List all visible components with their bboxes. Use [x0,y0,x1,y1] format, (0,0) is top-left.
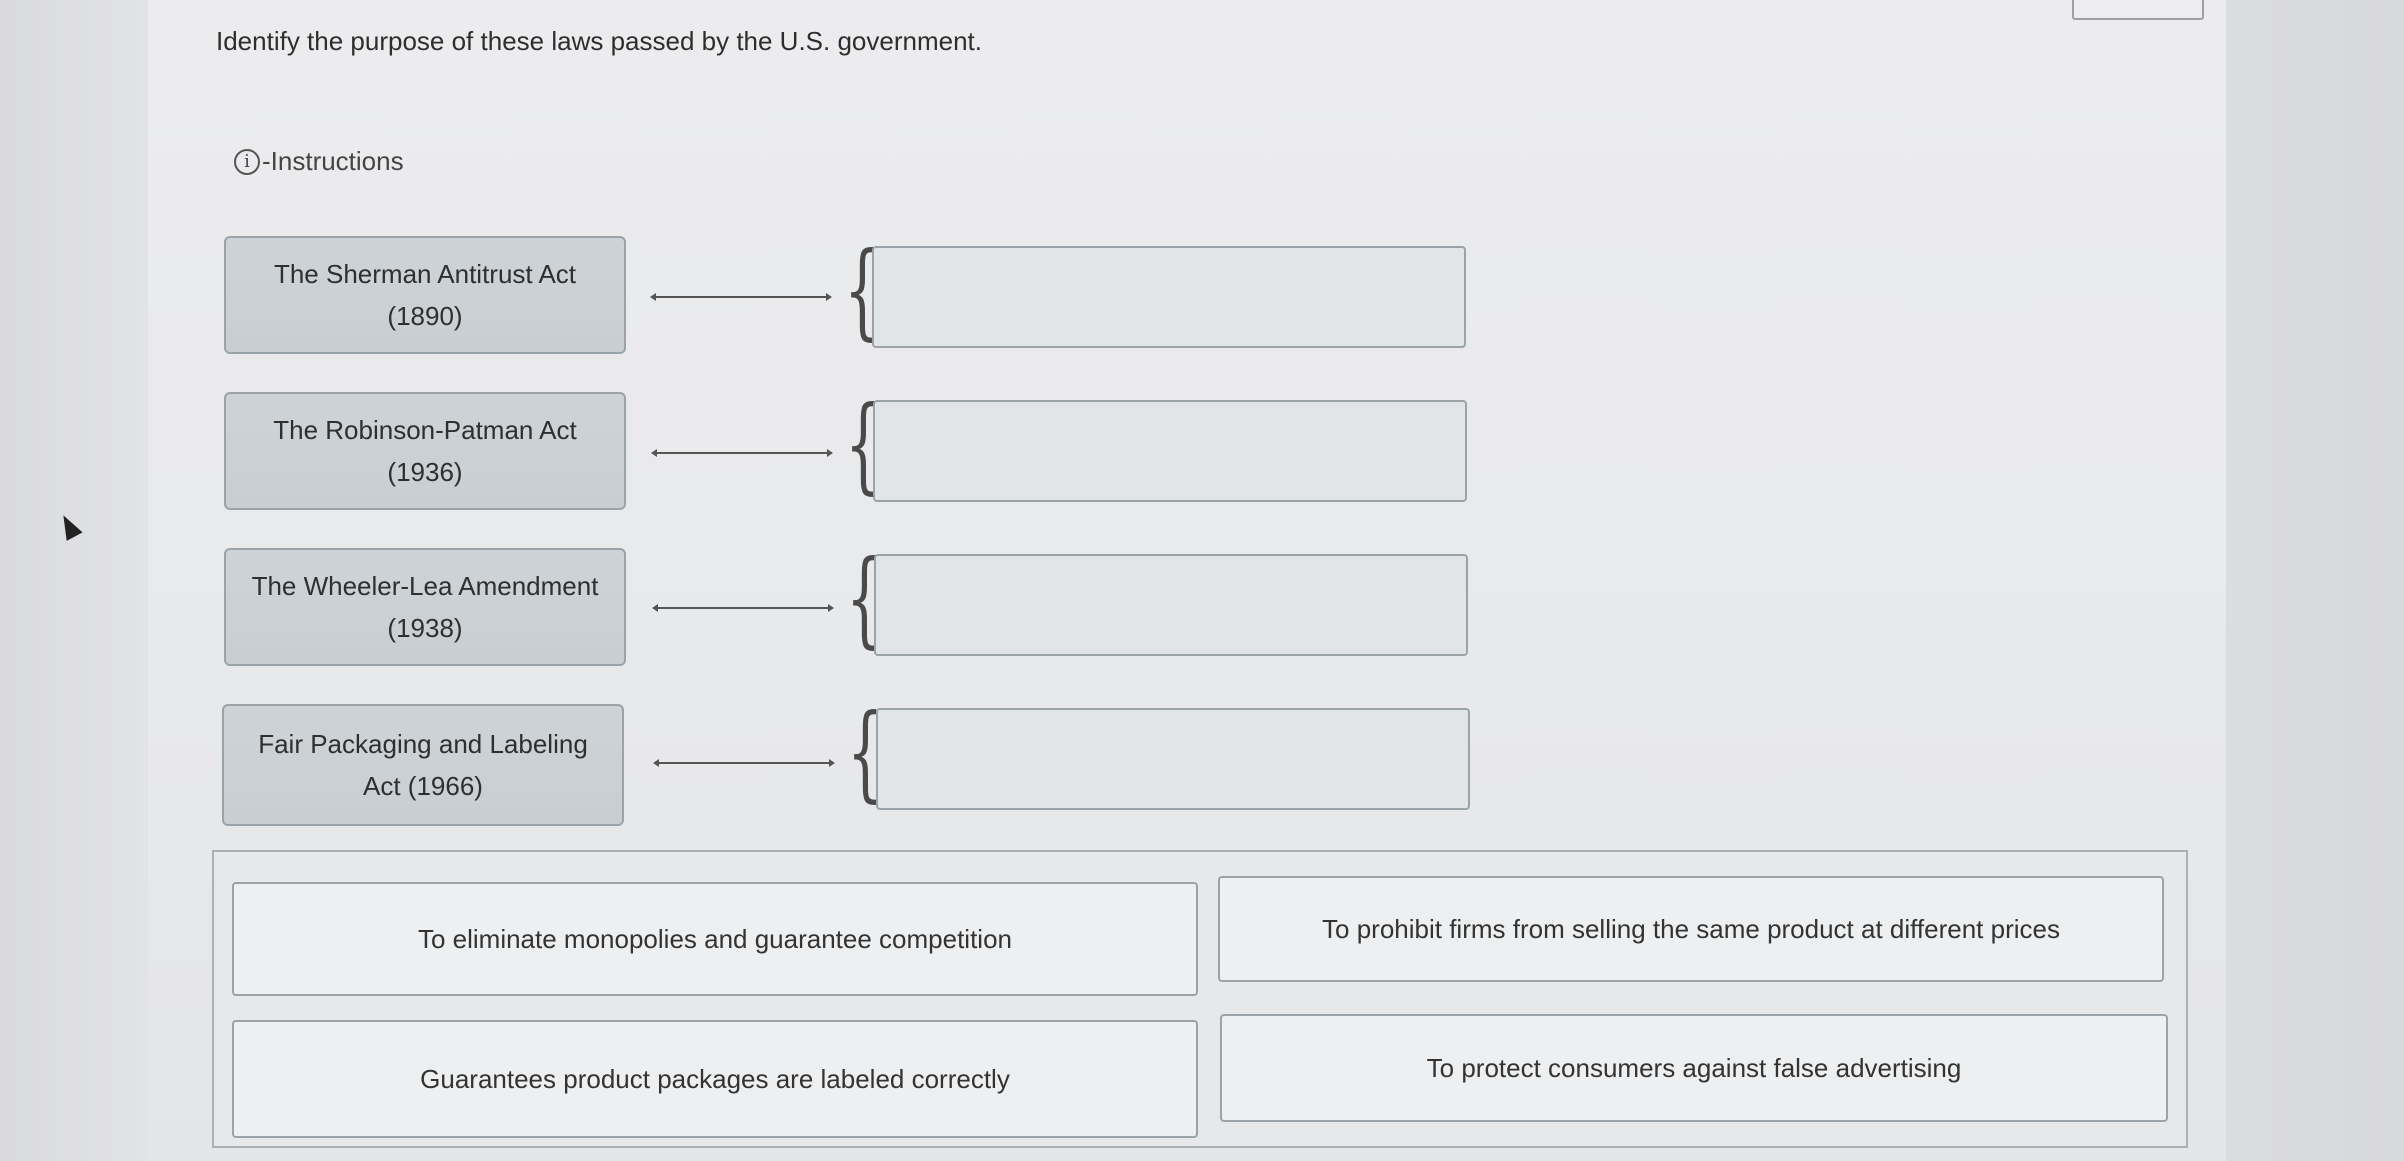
info-icon: i [234,148,260,175]
double-arrow-icon [652,604,834,612]
law-card-label: The Wheeler-Lea Amendment (1938) [251,571,599,643]
answer-option-label: To prohibit firms from selling the same … [1322,913,2060,944]
top-right-button[interactable] [2072,0,2204,20]
answer-option-3[interactable]: Guarantees product packages are labeled … [232,1020,1198,1138]
answer-option-2[interactable]: To prohibit firms from selling the same … [1218,876,2164,982]
answer-option-label: To eliminate monopolies and guarantee co… [417,923,1013,954]
answer-option-4[interactable]: To protect consumers against false adver… [1220,1014,2168,1122]
double-arrow-icon [651,449,833,457]
instructions-label: -Instructions [262,146,404,176]
answer-option-label: To protect consumers against false adver… [1426,1052,1962,1083]
law-card-robinson-patman: The Robinson-Patman Act (1936) [224,392,626,510]
instructions-toggle[interactable]: i -Instructions [234,146,404,177]
double-arrow-icon [653,759,835,767]
law-card-label: The Sherman Antitrust Act (1890) [273,259,577,331]
drop-target-3[interactable] [874,554,1468,656]
law-card-label: The Robinson-Patman Act (1936) [273,415,577,487]
mouse-cursor-icon [55,511,83,541]
drop-target-4[interactable] [876,708,1470,810]
answer-option-1[interactable]: To eliminate monopolies and guarantee co… [232,882,1198,996]
question-prompt: Identify the purpose of these laws passe… [216,26,982,56]
answer-option-label: Guarantees product packages are labeled … [420,1063,1010,1094]
law-card-label: Fair Packaging and Labeling Act (1966) [258,729,588,801]
law-card-sherman: The Sherman Antitrust Act (1890) [224,236,626,354]
law-card-wheeler-lea: The Wheeler-Lea Amendment (1938) [224,548,626,666]
law-card-fair-packaging: Fair Packaging and Labeling Act (1966) [222,704,624,826]
double-arrow-icon [650,293,832,301]
drop-target-2[interactable] [873,400,1467,502]
drop-target-1[interactable] [872,246,1466,348]
